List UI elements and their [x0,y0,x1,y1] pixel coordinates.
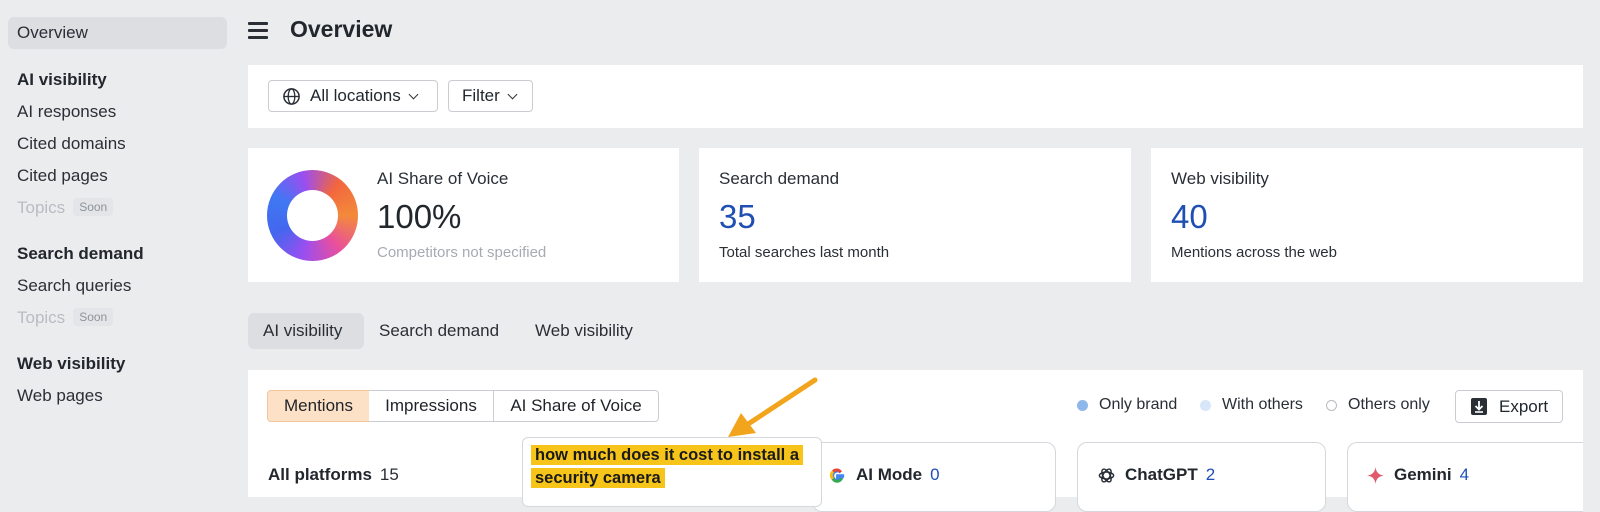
sidebar-item-topics-search: Topics Soon [17,308,114,328]
platform-chatgpt-count: 2 [1205,465,1216,484]
chevron-down-icon [408,89,419,99]
legend-with-others-label: With others [1222,396,1303,413]
sidebar: Overview AI visibility AI responses Cite… [0,0,236,497]
filter-dropdown[interactable]: Filter [448,80,533,112]
platform-ai-mode-count: 0 [930,465,940,484]
chatgpt-icon [1098,467,1115,483]
segment-share-of-voice[interactable]: AI Share of Voice [493,390,659,422]
sidebar-item-web-pages[interactable]: Web pages [17,386,103,406]
sidebar-item-overview-label[interactable]: Overview [17,23,88,43]
sidebar-section-ai-visibility[interactable]: AI visibility [17,70,107,90]
gemini-icon [1366,466,1385,484]
legend-dot-with-others [1200,399,1211,411]
search-demand-value[interactable]: 35 [719,198,756,236]
tab-search-demand[interactable]: Search demand [364,313,518,349]
web-visibility-value[interactable]: 40 [1171,198,1208,236]
sidebar-item-ai-responses[interactable]: AI responses [17,102,116,122]
sidebar-item-cited-pages[interactable]: Cited pages [17,166,108,186]
share-of-voice-label: AI Share of Voice [377,169,509,188]
page-title: Overview [290,16,393,42]
search-demand-sub: Total searches last month [719,244,890,261]
platform-ai-mode[interactable]: AI Mode 0 [828,465,940,485]
web-visibility-sub: Mentions across the web [1171,244,1337,261]
web-visibility-label: Web visibility [1171,169,1269,188]
legend-others-only[interactable]: Others only [1326,396,1430,414]
platform-chatgpt-name: ChatGPT [1125,465,1198,484]
sidebar-item-topics-label: Topics [17,198,66,217]
export-button[interactable]: Export [1455,390,1563,423]
share-of-voice-value: 100% [377,198,462,235]
globe-icon [283,87,300,105]
segment-impressions[interactable]: Impressions [369,390,494,422]
google-icon [829,468,845,483]
platform-ai-mode-name: AI Mode [856,465,923,484]
highlighted-query: how much does it cost to install a secur… [531,444,821,490]
segment-mentions[interactable]: Mentions [267,390,370,422]
platform-all-name: All platforms [268,465,372,484]
share-of-voice-sub: Competitors not specified [377,244,547,261]
platform-gemini[interactable]: Gemini 4 [1366,465,1469,485]
hamburger-menu-icon[interactable] [248,22,268,40]
search-demand-label: Search demand [719,169,840,188]
filter-bar: All locations Filter [248,65,1583,128]
web-visibility-card[interactable]: Web visibility 40 Mentions across the we… [1151,148,1583,282]
highlighted-query-line2: security camera [531,468,665,488]
search-demand-card[interactable]: Search demand 35 Total searches last mon… [699,148,1131,282]
platform-all-count: 15 [379,465,399,484]
sidebar-item-topics-label: Topics [17,308,66,327]
legend-dot-others-only [1326,399,1337,411]
platform-gemini-count: 4 [1459,465,1470,484]
sidebar-item-cited-domains[interactable]: Cited domains [17,134,126,154]
platform-all[interactable]: All platforms 15 [268,465,399,485]
all-locations-label: All locations [310,86,401,105]
tab-ai-visibility[interactable]: AI visibility [248,313,364,349]
highlighted-query-line1: how much does it cost to install a [531,445,804,465]
sidebar-section-search-demand[interactable]: Search demand [17,244,144,264]
platform-chatgpt[interactable]: ChatGPT 2 [1097,465,1215,485]
annotation-arrow-icon [728,377,818,437]
download-icon [1471,398,1487,415]
legend-others-only-label: Others only [1348,396,1430,413]
share-donut-chart [267,170,358,261]
chevron-down-icon [507,89,518,99]
share-of-voice-card: AI Share of Voice 100% Competitors not s… [248,148,679,282]
legend-with-others[interactable]: With others [1200,396,1303,414]
soon-badge: Soon [73,308,114,326]
filter-label: Filter [462,86,500,105]
sidebar-item-search-queries[interactable]: Search queries [17,276,131,296]
platform-gemini-name: Gemini [1394,465,1452,484]
sidebar-item-topics-ai: Topics Soon [17,198,114,218]
tab-web-visibility[interactable]: Web visibility [520,313,664,349]
legend-only-brand-label: Only brand [1099,396,1178,413]
soon-badge: Soon [73,198,114,216]
legend-only-brand[interactable]: Only brand [1077,396,1177,414]
export-label: Export [1499,396,1549,416]
all-locations-dropdown[interactable]: All locations [268,80,438,112]
legend-dot-only-brand [1077,399,1088,411]
sidebar-section-web-visibility[interactable]: Web visibility [17,354,125,374]
